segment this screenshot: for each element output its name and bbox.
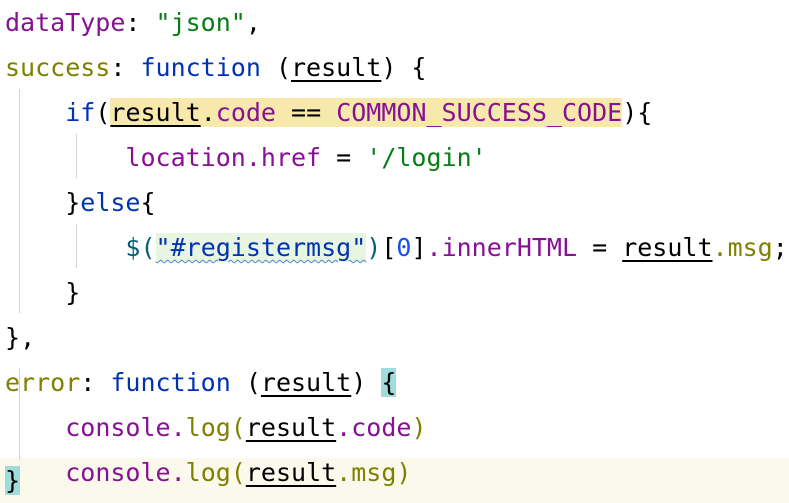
token-brace-open: {	[637, 98, 653, 127]
token-brace-close: }	[65, 278, 81, 307]
code-line-3-content: if(result.code == COMMON_SUCCESS_CODE){	[0, 90, 652, 135]
token-paren-close: )	[366, 233, 382, 262]
token-object: result	[110, 98, 201, 127]
token-operator: =	[577, 233, 623, 262]
token-bracket-open: [	[381, 233, 397, 262]
code-line-7-content: }	[0, 270, 80, 315]
token-dot: .	[336, 413, 352, 442]
token-bracket-close: ]	[411, 233, 427, 262]
token-paren-open: (	[230, 413, 246, 442]
token-paren-open: (	[260, 53, 291, 82]
token-dot: .	[200, 98, 216, 127]
token-parameter: result	[260, 368, 352, 397]
token-selector-string: "#registermsg"	[155, 233, 367, 262]
token-property: innerHTML	[441, 233, 578, 262]
token-property: dataType	[5, 8, 126, 37]
code-line-8[interactable]: },	[0, 315, 789, 360]
token-paren-open: (	[95, 98, 111, 127]
token-number: 0	[396, 233, 412, 262]
token-colon: :	[80, 368, 111, 397]
code-line-1-content: dataType: "json",	[0, 0, 261, 45]
token-object: location	[125, 143, 246, 172]
token-brace-open: {	[411, 53, 427, 82]
token-object: result	[622, 233, 713, 262]
token-semicolon: ;	[772, 233, 788, 262]
token-keyword-else: else	[80, 188, 141, 217]
token-colon: :	[125, 8, 156, 37]
code-line-8-content: },	[0, 315, 35, 360]
token-property: msg	[727, 233, 773, 262]
token-object: console	[65, 413, 171, 442]
token-paren-close: )	[622, 98, 638, 127]
token-colon: :	[110, 53, 141, 82]
code-line-10[interactable]: console.log(result.code)	[0, 405, 789, 450]
token-dot: .	[426, 233, 442, 262]
code-line-3[interactable]: if(result.code == COMMON_SUCCESS_CODE){	[0, 90, 789, 135]
token-keyword-function: function	[110, 368, 231, 397]
search-highlight-span: result.code == COMMON_SUCCESS_CODE	[110, 98, 623, 127]
token-property: code	[215, 98, 276, 127]
token-paren-close: )	[351, 368, 382, 397]
brace-match-highlight-open: {	[381, 368, 397, 397]
token-dot: .	[170, 413, 186, 442]
token-parameter: result	[291, 53, 382, 82]
code-line-9-content: error: function (result) {	[0, 360, 397, 405]
token-string: "json"	[155, 8, 246, 37]
token-operator: =	[321, 143, 367, 172]
code-line-12-content: }	[0, 458, 21, 503]
token-operator: ==	[275, 98, 337, 127]
code-line-1[interactable]: dataType: "json",	[0, 0, 789, 45]
code-line-5-content: }else{	[0, 180, 156, 225]
token-paren-open: (	[140, 233, 156, 262]
code-line-4[interactable]: location.href = '/login'	[0, 135, 789, 180]
token-comma: ,	[20, 323, 36, 352]
code-line-2-content: success: function (result) {	[0, 45, 426, 90]
token-brace-close: }	[5, 323, 21, 352]
token-string: '/login'	[366, 143, 487, 172]
token-dot: .	[245, 143, 261, 172]
code-line-4-content: location.href = '/login'	[0, 135, 487, 180]
token-brace-open: {	[140, 188, 156, 217]
token-function-log: log	[185, 413, 231, 442]
code-line-7[interactable]: }	[0, 270, 789, 315]
token-property: success	[5, 53, 111, 82]
code-line-2[interactable]: success: function (result) {	[0, 45, 789, 90]
token-comma: ,	[245, 8, 261, 37]
token-property: href	[260, 143, 322, 172]
code-line-10-content: console.log(result.code)	[0, 405, 427, 450]
token-keyword-if: if	[65, 98, 96, 127]
code-line-12[interactable]: }	[0, 458, 789, 503]
token-paren-close: )	[411, 413, 427, 442]
token-dot: .	[712, 233, 728, 262]
token-paren-close: )	[381, 53, 412, 82]
code-line-6[interactable]: $("#registermsg")[0].innerHTML = result.…	[0, 225, 789, 270]
code-line-9[interactable]: error: function (result) {	[0, 360, 789, 405]
brace-match-highlight-close: }	[5, 466, 21, 495]
token-constant: COMMON_SUCCESS_CODE	[336, 98, 623, 127]
code-line-6-content: $("#registermsg")[0].innerHTML = result.…	[0, 225, 788, 270]
token-brace-close: }	[65, 188, 81, 217]
code-line-5[interactable]: }else{	[0, 180, 789, 225]
token-jquery-dollar: $	[125, 233, 141, 262]
token-property: code	[351, 413, 412, 442]
token-argument: result	[245, 413, 337, 442]
identifier-highlight-span: "#registermsg"	[155, 233, 367, 262]
code-editor[interactable]: dataType: "json", success: function (res…	[0, 0, 789, 503]
token-property: error	[5, 368, 81, 397]
token-keyword-function: function	[140, 53, 261, 82]
token-paren-open: (	[230, 368, 261, 397]
